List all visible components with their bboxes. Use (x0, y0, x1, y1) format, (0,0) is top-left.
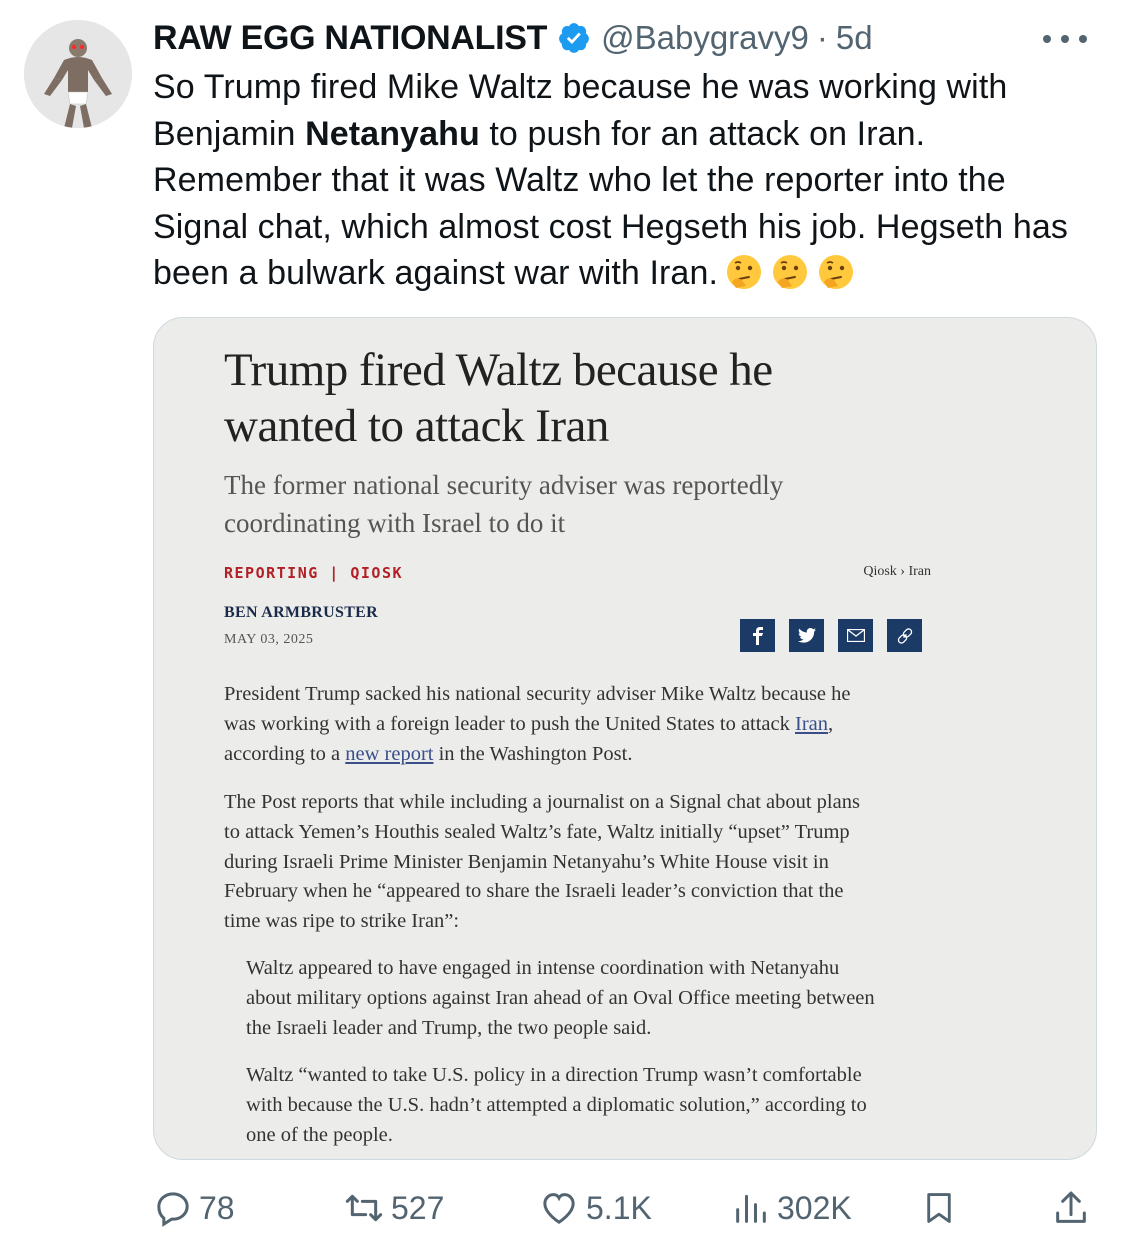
tweet-text-bold: Netanyahu (305, 114, 480, 153)
iran-link: Iran (795, 712, 829, 735)
text-span: was working with a foreign leader to pus… (224, 712, 796, 735)
verified-badge-icon[interactable] (557, 21, 591, 55)
email-icon (838, 619, 873, 652)
article-quote-1: Waltz appeared to have engaged in intens… (246, 954, 875, 1043)
article-title: Trump fired Waltz because he wanted to a… (224, 342, 924, 454)
like-button[interactable]: 5.1K (538, 1186, 652, 1230)
more-options-icon[interactable] (1035, 24, 1095, 54)
thinking-face-icon (727, 255, 761, 289)
reply-icon (157, 1192, 189, 1227)
share-buttons (740, 619, 922, 652)
timestamp[interactable]: 5d (836, 19, 873, 57)
quote-line: Waltz “wanted to take U.S. policy in a d… (246, 1064, 862, 1086)
repost-icon (345, 1194, 383, 1222)
article-paragraph-2: The Post reports that while including a … (224, 788, 860, 937)
quote-line: Waltz appeared to have engaged in intens… (246, 957, 840, 979)
repost-button[interactable]: 527 (343, 1186, 444, 1230)
article-subtitle: The former national security adviser was… (224, 466, 864, 542)
article-paragraph-1: President Trump sacked his national secu… (224, 680, 851, 769)
reply-button[interactable]: 78 (153, 1186, 235, 1230)
handle[interactable]: @Babygravy9 (601, 19, 809, 57)
share-button[interactable] (1051, 1186, 1091, 1230)
thinking-face-icon (773, 255, 807, 289)
attached-image[interactable]: Trump fired Waltz because he wanted to a… (153, 317, 1097, 1160)
quote-line: one of the people. (246, 1123, 393, 1146)
paragraph-line: to attack Yemen’s Houthis sealed Waltz’s… (224, 820, 850, 843)
views-count: 302K (777, 1189, 852, 1226)
separator-dot: · (816, 19, 828, 56)
article-date: MAY 03, 2025 (224, 632, 314, 647)
twitter-icon (789, 619, 824, 652)
views-chart-icon (736, 1194, 766, 1223)
link-icon (887, 619, 922, 652)
quote-line: with because the U.S. hadn’t attempted a… (246, 1093, 867, 1116)
views-button[interactable]: 302K (731, 1186, 852, 1230)
paragraph-line: according to a new report in the Washing… (224, 740, 851, 770)
text-span: according to a (224, 742, 346, 765)
tweet-actions: 78 527 5.1K 302K (153, 1186, 1095, 1230)
article-title-line: Trump fired Waltz because he (224, 344, 773, 396)
avatar[interactable] (24, 20, 132, 128)
paragraph-line: time was ripe to strike Iran”: (224, 910, 460, 933)
bookmark-icon (927, 1193, 951, 1223)
thinking-face-icon (819, 255, 853, 289)
share-icon (1056, 1191, 1086, 1223)
facebook-icon (740, 619, 775, 652)
tweet-header: RAW EGG NATIONALIST @Babygravy9 · 5d (153, 16, 1095, 60)
article-quote-2: Waltz “wanted to take U.S. policy in a d… (246, 1061, 867, 1150)
article-breadcrumb: Qiosk › Iran (863, 564, 931, 579)
text-span: in the Washington Post. (433, 742, 633, 765)
text-span: , (828, 712, 834, 735)
tweet-text: So Trump fired Mike Waltz because he was… (153, 64, 1103, 297)
like-count: 5.1K (586, 1189, 652, 1226)
repost-count: 527 (391, 1189, 445, 1226)
paragraph-line: President Trump sacked his national secu… (224, 683, 851, 705)
article-subtitle-line: The former national security adviser was… (224, 470, 784, 500)
article-subtitle-line: coordinating with Israel to do it (224, 508, 566, 538)
new-report-link: new report (345, 742, 434, 765)
display-name[interactable]: RAW EGG NATIONALIST (153, 19, 547, 58)
paragraph-line: was working with a foreign leader to pus… (224, 710, 851, 740)
avatar-image (24, 20, 132, 128)
paragraph-line: during Israeli Prime Minister Benjamin N… (224, 850, 829, 873)
paragraph-line: February when he “appeared to share the … (224, 880, 844, 903)
paragraph-line: The Post reports that while including a … (224, 791, 860, 813)
quote-line: about military options against Iran ahea… (246, 986, 875, 1009)
reply-count: 78 (199, 1189, 235, 1226)
bookmark-button[interactable] (920, 1186, 958, 1230)
heart-icon (543, 1193, 575, 1224)
article-kicker: REPORTING | QIOSK (224, 564, 404, 582)
article-author: BEN ARMBRUSTER (224, 604, 379, 621)
quote-line: the Israeli leader and Trump, the two pe… (246, 1016, 652, 1039)
article-title-line: wanted to attack Iran (224, 400, 609, 452)
